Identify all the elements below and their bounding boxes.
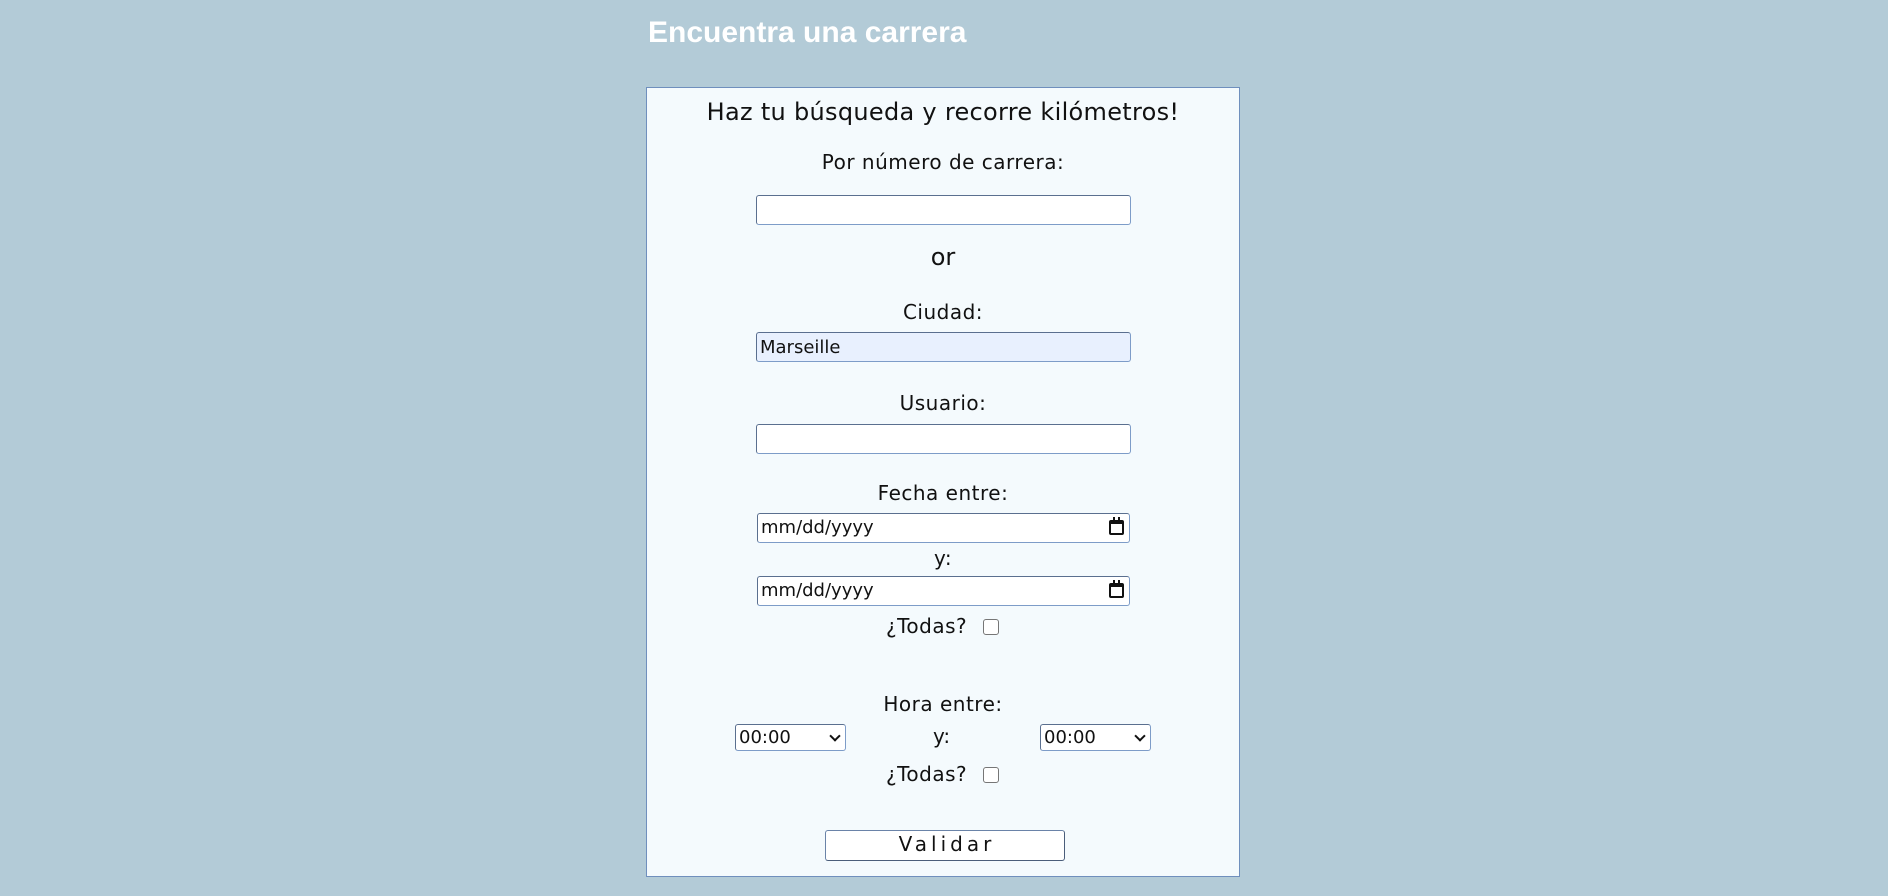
race-number-input[interactable]	[756, 195, 1131, 225]
all-times-label: ¿Todas?	[886, 762, 968, 786]
time-to-value: 00:00	[1044, 727, 1096, 748]
chevron-down-icon	[1134, 730, 1146, 742]
calendar-icon[interactable]	[1109, 517, 1124, 535]
race-number-label: Por número de carrera:	[821, 150, 1065, 174]
date-from-input[interactable]: mm/dd/yyyy	[757, 513, 1130, 543]
time-to-select[interactable]: 00:00	[1040, 724, 1151, 751]
or-separator: or	[930, 243, 956, 271]
calendar-icon[interactable]	[1109, 580, 1124, 598]
date-to-value: mm/dd/yyyy	[761, 580, 874, 601]
date-from-value: mm/dd/yyyy	[761, 517, 874, 538]
time-from-select[interactable]: 00:00	[735, 724, 846, 751]
validate-button[interactable]: Validar	[825, 830, 1065, 861]
user-input[interactable]	[756, 424, 1131, 454]
date-to-input[interactable]: mm/dd/yyyy	[757, 576, 1130, 606]
page-title: Encuentra una carrera	[648, 16, 967, 49]
search-form: Haz tu búsqueda y recorre kilómetros! Po…	[646, 87, 1240, 877]
all-times-row: ¿Todas?	[647, 762, 1239, 788]
time-between-label: Hora entre:	[883, 692, 1003, 716]
date-between-label: Fecha entre:	[877, 481, 1009, 505]
form-heading: Haz tu búsqueda y recorre kilómetros!	[706, 98, 1180, 126]
all-dates-row: ¿Todas?	[647, 614, 1239, 640]
all-dates-checkbox[interactable]	[983, 619, 999, 635]
time-and-label: y:	[933, 724, 951, 748]
chevron-down-icon	[829, 730, 841, 742]
date-and-label: y:	[933, 546, 953, 570]
city-label: Ciudad:	[902, 300, 984, 324]
user-label: Usuario:	[899, 391, 987, 415]
time-from-value: 00:00	[739, 727, 791, 748]
all-dates-label: ¿Todas?	[886, 614, 968, 638]
all-times-checkbox[interactable]	[983, 767, 999, 783]
city-input[interactable]	[756, 332, 1131, 362]
